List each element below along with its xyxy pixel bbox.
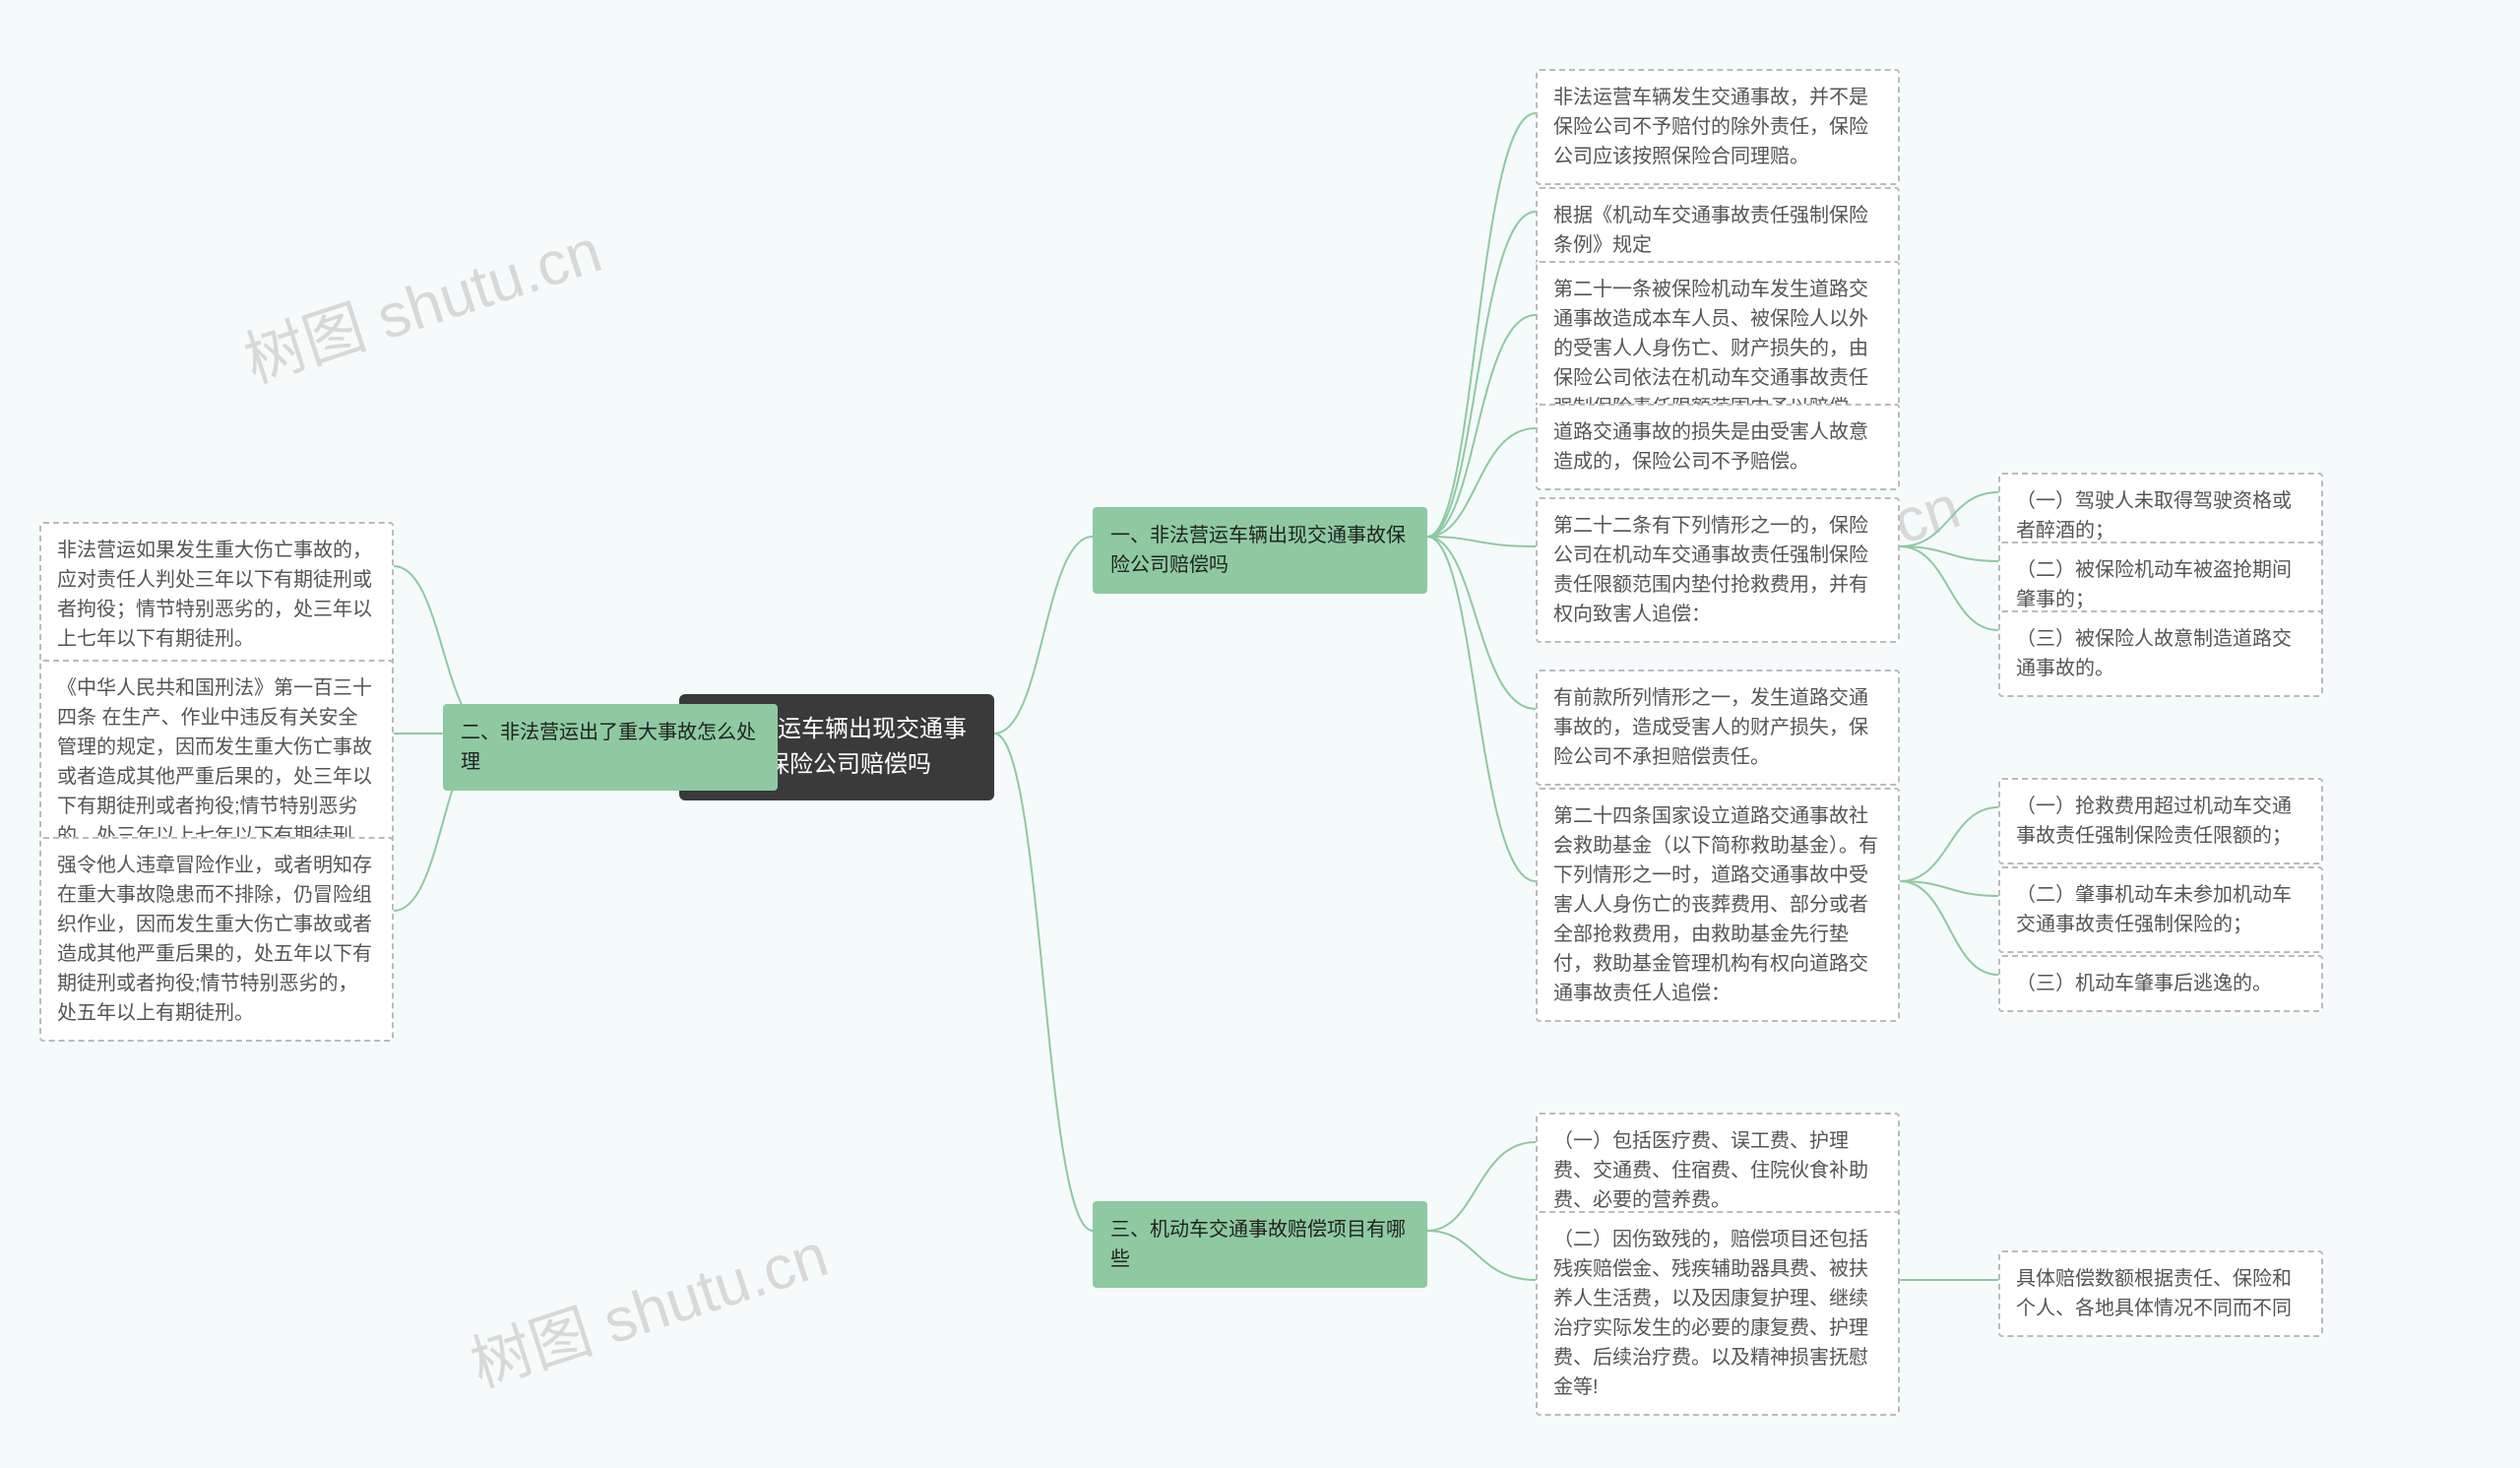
branch-3: 三、机动车交通事故赔偿项目有哪些 [1093,1201,1427,1288]
b1-n6: 有前款所列情形之一，发生道路交通事故的，造成受害人的财产损失，保险公司不承担赔偿… [1536,670,1900,786]
b3-n2: （二）因伤致残的，赔偿项目还包括残疾赔偿金、残疾辅助器具费、被扶养人生活费，以及… [1536,1211,1900,1416]
b3-n2a: 具体赔偿数额根据责任、保险和个人、各地具体情况不同而不同 [1998,1250,2323,1337]
b1-n1: 非法运营车辆发生交通事故，并不是保险公司不予赔付的除外责任，保险公司应该按照保险… [1536,69,1900,185]
b1-n7: 第二十四条国家设立道路交通事故社会救助基金（以下简称救助基金）。有下列情形之一时… [1536,788,1900,1022]
b1-n4: 道路交通事故的损失是由受害人故意造成的，保险公司不予赔偿。 [1536,404,1900,490]
b2-n3: 强令他人违章冒险作业，或者明知存在重大事故隐患而不排除，仍冒险组织作业，因而发生… [39,837,394,1042]
watermark: 树图 shutu.cn [231,201,610,400]
branch-1: 一、非法营运车辆出现交通事故保险公司赔偿吗 [1093,507,1427,594]
b2-n1: 非法营运如果发生重大伤亡事故的，应对责任人判处三年以下有期徒刑或者拘役；情节特别… [39,522,394,668]
branch-2: 二、非法营运出了重大事故怎么处理 [443,704,778,791]
b1-n7a: （一）抢救费用超过机动车交通事故责任强制保险责任限额的； [1998,778,2323,864]
b1-n7b: （二）肇事机动车未参加机动车交通事故责任强制保险的； [1998,866,2323,953]
b1-n7c: （三）机动车肇事后逃逸的。 [1998,955,2323,1012]
b1-n5c: （三）被保险人故意制造道路交通事故的。 [1998,610,2323,697]
watermark: 树图 shutu.cn [458,1205,837,1404]
b2-n2: 《中华人民共和国刑法》第一百三十四条 在生产、作业中违反有关安全管理的规定，因而… [39,660,394,864]
b1-n5: 第二十二条有下列情形之一的，保险公司在机动车交通事故责任强制保险责任限额范围内垫… [1536,497,1900,643]
